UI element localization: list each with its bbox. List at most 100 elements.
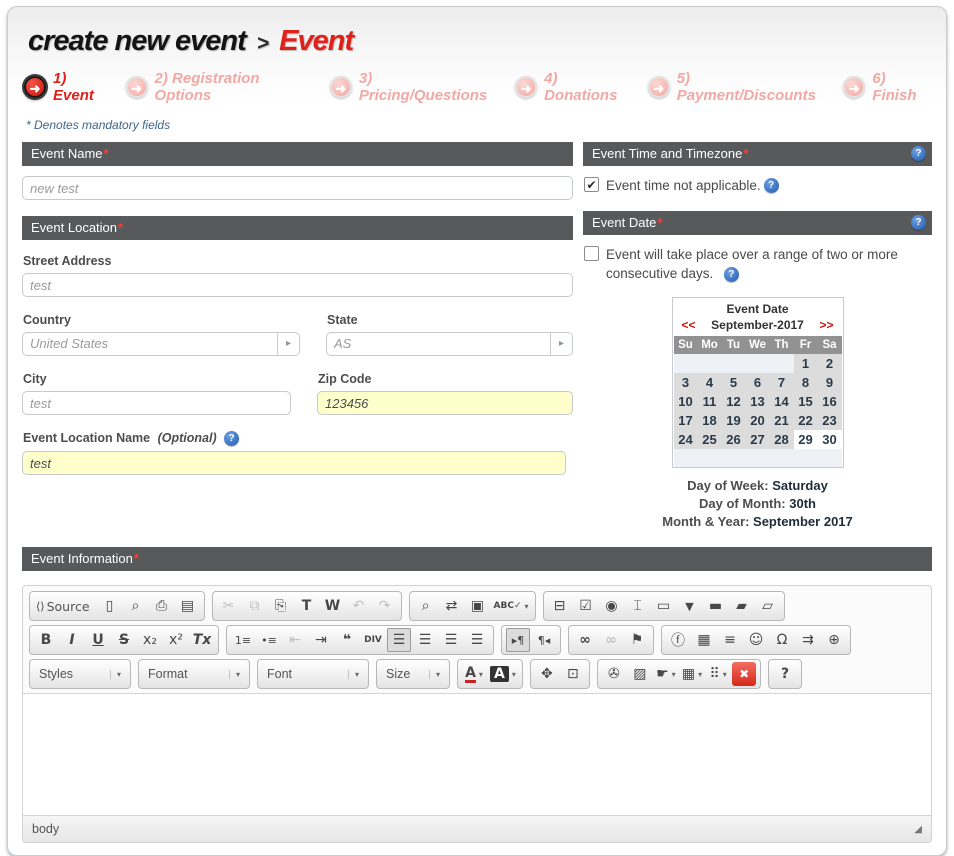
page-break-icon[interactable]: ⇉ — [796, 628, 820, 652]
strikethrough-icon[interactable]: S — [112, 628, 136, 652]
flash-icon[interactable]: ⓕ — [666, 628, 690, 652]
element-path[interactable]: body — [32, 822, 59, 836]
show-blocks-icon[interactable]: ⊡ — [561, 662, 585, 686]
align-left-icon[interactable]: ☰ — [387, 628, 411, 652]
iframe-globe-icon[interactable]: ⊕ — [822, 628, 846, 652]
help-icon[interactable]: ? — [724, 267, 739, 282]
text-direction-ltr-icon[interactable]: ▸¶ — [506, 628, 530, 652]
help-icon[interactable]: ? — [764, 178, 779, 193]
editor-content-area[interactable] — [23, 694, 931, 816]
align-right-icon[interactable]: ☰ — [439, 628, 463, 652]
resize-handle-icon[interactable]: ◢ — [914, 824, 922, 835]
step-tab-donations[interactable]: ➜ 4) Donations — [515, 70, 630, 104]
dropdown-arrow-icon[interactable]: ▸ — [277, 333, 299, 355]
date-range-checkbox[interactable] — [584, 246, 599, 261]
event-name-input[interactable] — [22, 176, 573, 200]
numbered-list-icon[interactable]: 1≡ — [231, 628, 255, 652]
step-tab-registration-options[interactable]: ➜ 2) Registration Options — [126, 70, 312, 104]
text-color-button[interactable]: A ▾ — [462, 662, 486, 686]
state-select[interactable]: AS ▸ — [326, 332, 573, 356]
templates-icon[interactable]: ▤ — [176, 594, 200, 618]
zip-code-input[interactable] — [317, 391, 573, 415]
calendar-day-cell-selectable[interactable]: 29 — [794, 430, 818, 449]
about-help-icon[interactable]: ? — [773, 662, 797, 686]
source-button[interactable]: ⟨⟩ Source — [34, 594, 96, 618]
calendar-next-button[interactable]: >> — [819, 318, 833, 332]
grid-menu-button[interactable]: ⠿ ▾ — [706, 662, 730, 686]
preview-icon[interactable]: ⌕ — [124, 594, 148, 618]
size-select[interactable]: Size ▾ — [381, 662, 445, 686]
help-icon[interactable]: ? — [911, 215, 926, 230]
step-tab-pricing-questions[interactable]: ➜ 3) Pricing/Questions — [330, 70, 497, 104]
anchor-flag-icon[interactable]: ⚑ — [625, 628, 649, 652]
paste-icon[interactable]: ⎘ — [269, 594, 293, 618]
hand-tool-button[interactable]: ☛ ▾ — [654, 662, 678, 686]
form-icon[interactable]: ⊟ — [548, 594, 572, 618]
insert-image-icon[interactable]: ▨ — [628, 662, 652, 686]
checkbox-field-icon[interactable]: ☑ — [574, 594, 598, 618]
delete-red-x-icon[interactable]: ✖ — [732, 662, 756, 686]
cut-icon[interactable]: ✂ — [217, 594, 241, 618]
replace-icon[interactable]: ⇄ — [440, 594, 464, 618]
table-menu-button[interactable]: ▦ ▾ — [680, 662, 704, 686]
select-field-icon[interactable]: ▼ — [678, 594, 702, 618]
div-container-icon[interactable]: DIV — [361, 628, 385, 652]
city-input[interactable] — [22, 391, 291, 415]
decrease-indent-icon[interactable]: ⇤ — [283, 628, 307, 652]
hidden-field-icon[interactable]: ▱ — [756, 594, 780, 618]
align-center-icon[interactable]: ☰ — [413, 628, 437, 652]
undo-icon[interactable]: ↶ — [347, 594, 371, 618]
maximize-icon[interactable]: ✥ — [535, 662, 559, 686]
underline-icon[interactable]: U — [86, 628, 110, 652]
country-select[interactable]: United States ▸ — [22, 332, 300, 356]
bold-icon[interactable]: B — [34, 628, 58, 652]
dropdown-arrow-icon[interactable]: ▸ — [550, 333, 572, 355]
justify-icon[interactable]: ☰ — [465, 628, 489, 652]
redo-icon[interactable]: ↷ — [373, 594, 397, 618]
button-field-icon[interactable]: ▬ — [704, 594, 728, 618]
select-all-icon[interactable]: ▣ — [466, 594, 490, 618]
table-icon[interactable]: ▦ — [692, 628, 716, 652]
step-tab-finish[interactable]: ➜ 6) Finish — [843, 70, 930, 104]
paste-as-text-icon[interactable]: T — [295, 594, 319, 618]
remove-format-icon[interactable]: Tx — [190, 628, 214, 652]
horizontal-rule-icon[interactable]: ≡ — [718, 628, 742, 652]
increase-indent-icon[interactable]: ⇥ — [309, 628, 333, 652]
new-page-icon[interactable]: ▯ — [98, 594, 122, 618]
calendar-day-cell-selectable[interactable]: 30 — [818, 430, 842, 449]
paste-from-word-icon[interactable]: W — [321, 594, 345, 618]
print-icon[interactable]: ⎙ — [150, 594, 174, 618]
find-icon[interactable]: ⌕ — [414, 594, 438, 618]
textarea-icon[interactable]: ▭ — [652, 594, 676, 618]
help-icon[interactable]: ? — [224, 431, 239, 446]
step-tab-event[interactable]: ➜ 1) Event — [24, 70, 108, 104]
link-icon[interactable]: ∞ — [573, 628, 597, 652]
event-time-not-applicable-checkbox[interactable]: ✔ — [584, 177, 599, 192]
subscript-icon[interactable]: x₂ — [138, 628, 162, 652]
image-button-icon[interactable]: ▰ — [730, 594, 754, 618]
background-color-button[interactable]: A ▾ — [488, 662, 518, 686]
toolbar-group-links: ∞ ∞ ⚑ — [568, 625, 654, 655]
styles-select[interactable]: Styles ▾ — [34, 662, 126, 686]
font-select[interactable]: Font ▾ — [262, 662, 364, 686]
event-location-name-input[interactable] — [22, 451, 566, 475]
bulleted-list-icon[interactable]: •≡ — [257, 628, 281, 652]
spell-check-icon[interactable]: ABC✓ ▾ — [492, 594, 531, 618]
street-address-input[interactable] — [22, 273, 573, 297]
help-icon[interactable]: ? — [911, 146, 926, 161]
smiley-icon[interactable]: ☺ — [744, 628, 768, 652]
unlink-icon[interactable]: ∞ — [599, 628, 623, 652]
step-arrow-icon: ➜ — [24, 76, 46, 98]
copy-icon[interactable]: ⧉ — [243, 594, 267, 618]
italic-icon[interactable]: I — [60, 628, 84, 652]
superscript-icon[interactable]: x² — [164, 628, 188, 652]
step-tab-payment-discounts[interactable]: ➜ 5) Payment/Discounts — [648, 70, 826, 104]
text-direction-rtl-icon[interactable]: ¶◂ — [532, 628, 556, 652]
radio-button-icon[interactable]: ◉ — [600, 594, 624, 618]
format-select[interactable]: Format ▾ — [143, 662, 245, 686]
blockquote-icon[interactable]: ❝ — [335, 628, 359, 652]
special-character-icon[interactable]: Ω — [770, 628, 794, 652]
save-icon[interactable]: ✇ — [602, 662, 626, 686]
text-field-icon[interactable]: ⌶ — [626, 594, 650, 618]
calendar-prev-button[interactable]: << — [682, 318, 696, 332]
